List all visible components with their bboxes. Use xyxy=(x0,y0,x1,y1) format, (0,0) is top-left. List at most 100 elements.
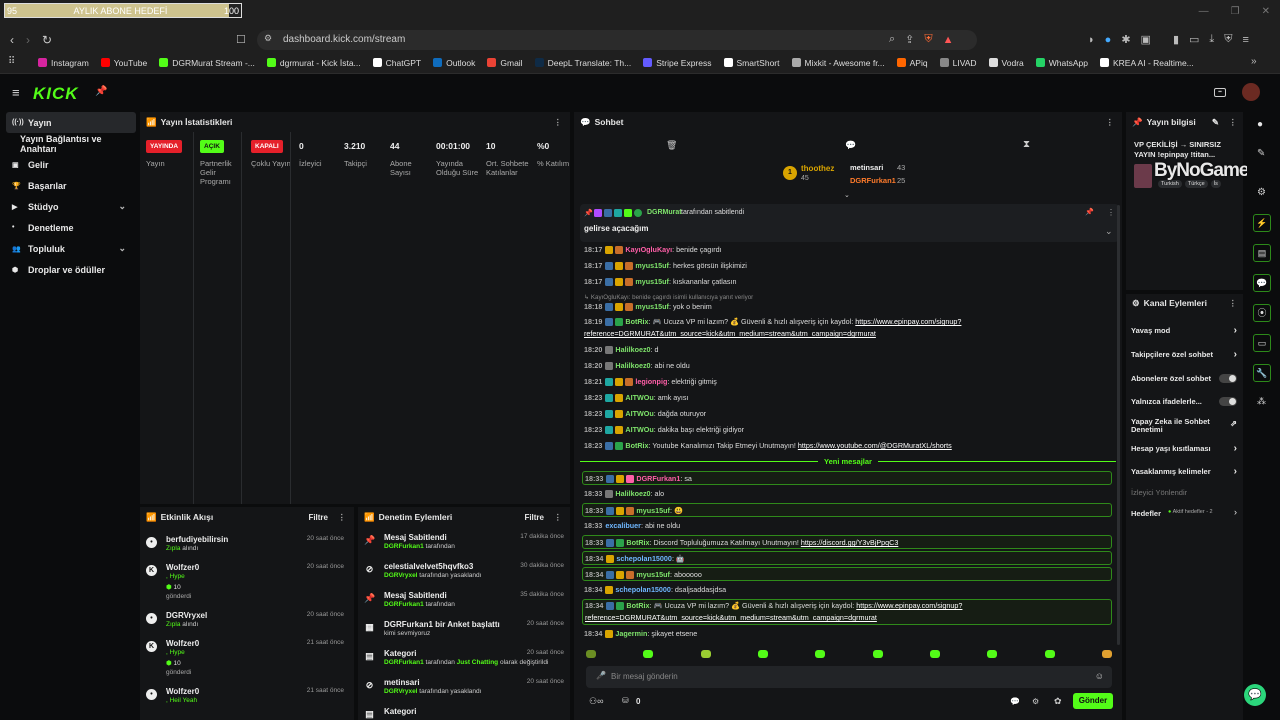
nav-item[interactable]: ⬢ Droplar ve ödüller xyxy=(0,259,130,280)
sidebar-icon[interactable]: ▮ xyxy=(1173,33,1179,46)
message-user[interactable]: legionpig xyxy=(635,377,667,386)
message-link[interactable]: https://discord.gg/Y3vBjPpqC3 xyxy=(801,538,898,547)
emote-icon[interactable] xyxy=(757,650,768,658)
nav-item[interactable]: Yayın Bağlantısı ve Anahtarı xyxy=(0,133,130,154)
chat-message[interactable]: 18:33 DGRFurkan1: sa xyxy=(582,471,1112,485)
support-chat-icon[interactable]: 💬 xyxy=(1244,684,1266,706)
hourglass-icon[interactable]: ⧗ xyxy=(1023,139,1030,150)
chat-message[interactable]: 18:17 myus15uf: kıskananlar çatlasın xyxy=(584,275,1114,289)
bookmark-item[interactable]: SmartShort xyxy=(723,58,780,68)
activity-item[interactable]: K Wolfzer0, Hype ⬢ 10 gönderdi 20 saat önce xyxy=(140,563,350,607)
reload-icon[interactable]: ↻ xyxy=(42,33,52,47)
bookmark-item[interactable]: dgrmurat - Kick İsta... xyxy=(266,58,361,68)
bookmark-icon[interactable]: ☐ xyxy=(236,33,246,46)
bookmark-item[interactable]: Mixkit - Awesome fr... xyxy=(791,58,885,68)
forward-icon[interactable]: › xyxy=(26,33,30,47)
channel-action-item[interactable]: Takipçilere özel sohbet › xyxy=(1131,349,1239,362)
message-user[interactable]: BotRix xyxy=(626,601,649,610)
points-icon[interactable]: ⚇∞ xyxy=(589,696,603,707)
chat-gear-icon[interactable]: ⚙ xyxy=(1032,697,1039,706)
chat-input-box[interactable]: 🎤 Bir mesaj gönderin ☺ xyxy=(586,666,1112,688)
nav-item[interactable]: ▶ Stüdyo ⌄ xyxy=(0,196,130,217)
extension-icon[interactable]: ● xyxy=(1105,34,1112,46)
message-user[interactable]: BotRix xyxy=(625,317,648,326)
vpn-icon[interactable]: ⛨ xyxy=(1224,33,1232,46)
emote-icon[interactable] xyxy=(643,650,654,658)
trash-icon[interactable]: 🗑 xyxy=(666,140,677,151)
chevron-down-icon[interactable]: ⌄ xyxy=(118,243,126,254)
moderation-item[interactable]: ▤ Kategori DGRFurkan1 tarafından Just Chat… xyxy=(358,649,570,675)
emote-icon[interactable] xyxy=(700,650,711,658)
moderation-item[interactable]: ⊘ celestialvelvet5hqvfko3 DGRVryxel tarafı… xyxy=(358,562,570,588)
stream-info-menu-icon[interactable]: ⋮ xyxy=(1229,117,1238,128)
emote-icon[interactable] xyxy=(872,650,883,658)
info-icon[interactable]: ● xyxy=(1257,119,1263,130)
share-icon[interactable]: ⇪ xyxy=(905,33,914,46)
bookmark-item[interactable]: DGRMurat Stream -... xyxy=(159,58,255,68)
minimize-icon[interactable]: — xyxy=(1199,6,1209,17)
activity-item[interactable]: K Wolfzer0, Hype ⬢ 10 gönderdi 21 saat önce xyxy=(140,639,350,683)
chat-bubble-icon[interactable]: 💬 xyxy=(845,140,856,151)
chat-menu-icon[interactable]: ⋮ xyxy=(1106,117,1115,128)
channel-action-item[interactable]: Yavaş mod › xyxy=(1131,325,1239,338)
collapse-icon[interactable]: ⌄ xyxy=(844,191,850,199)
gift-icon[interactable]: ⛁ xyxy=(622,696,629,705)
message-user[interactable]: myus15uf xyxy=(636,570,670,579)
message-link[interactable]: https://www.epinpay.com/signup? xyxy=(855,317,961,326)
moderation-filter-button[interactable]: Filtre xyxy=(524,513,544,522)
channel-action-item[interactable]: Hesap yaşı kısıtlaması › xyxy=(1131,443,1239,456)
activity-menu-icon[interactable]: ⋮ xyxy=(338,512,347,523)
chat-extra-icon[interactable]: ✿ xyxy=(1054,696,1062,707)
moderation-menu-icon[interactable]: ⋮ xyxy=(554,512,563,523)
kick-logo[interactable]: KICK xyxy=(33,84,79,104)
wallet-icon[interactable]: ▭ xyxy=(1189,33,1199,46)
moderation-item[interactable]: ⊘ metinsari DGRVryxel tarafından yasakland… xyxy=(358,678,570,704)
chat-message[interactable]: 18:34 schepolan15000: 🤖 xyxy=(582,551,1112,565)
chat-message[interactable]: 18:33 myus15uf: 😃 xyxy=(582,503,1112,517)
nav-item[interactable]: 👥 Topluluk ⌄ xyxy=(0,238,130,259)
chat-message[interactable]: 18:17 myus15uf: herkes görsün ilişkimizi xyxy=(584,259,1114,273)
settings-icon[interactable]: ⚙ xyxy=(1257,187,1266,198)
message-user[interactable]: BotRix xyxy=(625,441,648,450)
message-user[interactable]: BotRix xyxy=(626,538,649,547)
studio-icon[interactable]: ▪▪ xyxy=(1214,88,1226,97)
menu-icon[interactable]: ≡ xyxy=(1243,34,1249,46)
chat-message[interactable]: 18:34 Jagermin: şikayet etsene xyxy=(584,627,1114,641)
moderation-item[interactable]: ▦ DGRFurkan1 bir Anket başlattı kimi sevmi… xyxy=(358,620,570,646)
bookmark-item[interactable]: WhatsApp xyxy=(1035,58,1088,68)
message-user[interactable]: Halilkoez0 xyxy=(615,345,650,354)
pinned-by-user[interactable]: DGRMurat xyxy=(647,209,682,216)
pinned-expand-icon[interactable]: ⌄ xyxy=(1105,226,1113,237)
chat-message[interactable]: 18:33 Halilkoez0: alo xyxy=(584,487,1114,501)
bookmark-item[interactable]: Gmail xyxy=(487,58,523,68)
chat-message[interactable]: 18:23 AITWOu: amk ayısı xyxy=(584,391,1114,405)
broadcast-icon[interactable]: ⦿ xyxy=(1253,304,1271,322)
close-window-icon[interactable]: ✕ xyxy=(1262,6,1270,17)
emote-icon[interactable] xyxy=(1101,650,1112,658)
chat-message[interactable]: 18:23 AITWOu: dakika başı elektriği gidiy… xyxy=(584,423,1114,437)
message-user[interactable]: AITWOu xyxy=(625,409,653,418)
mic-icon[interactable]: 🎤 xyxy=(596,671,606,680)
avatar[interactable] xyxy=(1242,83,1260,101)
wrench-icon[interactable]: 🔧 xyxy=(1253,364,1271,382)
emote-icon[interactable] xyxy=(929,650,940,658)
bookmark-item[interactable]: LIVAD xyxy=(939,58,977,68)
puzzle-icon[interactable]: ✱ xyxy=(1121,33,1130,46)
hamburger-icon[interactable]: ≡ xyxy=(12,85,20,100)
chevron-down-icon[interactable]: ⌄ xyxy=(118,201,126,212)
url-input[interactable]: dashboard.kick.com/stream xyxy=(257,30,977,50)
activity-item[interactable]: • berfudiyebilirsin Zıpla alındı 20 saat ön… xyxy=(140,535,350,561)
message-link[interactable]: https://www.epinpay.com/signup? xyxy=(856,601,962,610)
message-user[interactable]: myus15uf xyxy=(635,261,669,270)
rewards-icon[interactable]: ▲ xyxy=(943,34,954,46)
message-user[interactable]: schepolan15000 xyxy=(616,554,672,563)
brave-shield-icon[interactable]: ⛨ xyxy=(924,33,932,46)
maximize-icon[interactable]: ❐ xyxy=(1231,6,1240,17)
chat-message[interactable]: 18:21 legionpig: elektriği gitmiş xyxy=(584,375,1114,389)
bookmark-item[interactable]: ChatGPT xyxy=(372,58,421,68)
activity-item[interactable]: • Wolfzer0, Heil Yeah 21 saat önce xyxy=(140,687,350,713)
message-user[interactable]: excalibuer xyxy=(605,521,641,530)
chat-toggle-icon[interactable]: 💬 xyxy=(1253,274,1271,292)
toggle-switch[interactable] xyxy=(1219,374,1237,383)
message-link-cont[interactable]: reference=DGRMURAT&utm_source=kick&utm_m… xyxy=(584,329,876,338)
